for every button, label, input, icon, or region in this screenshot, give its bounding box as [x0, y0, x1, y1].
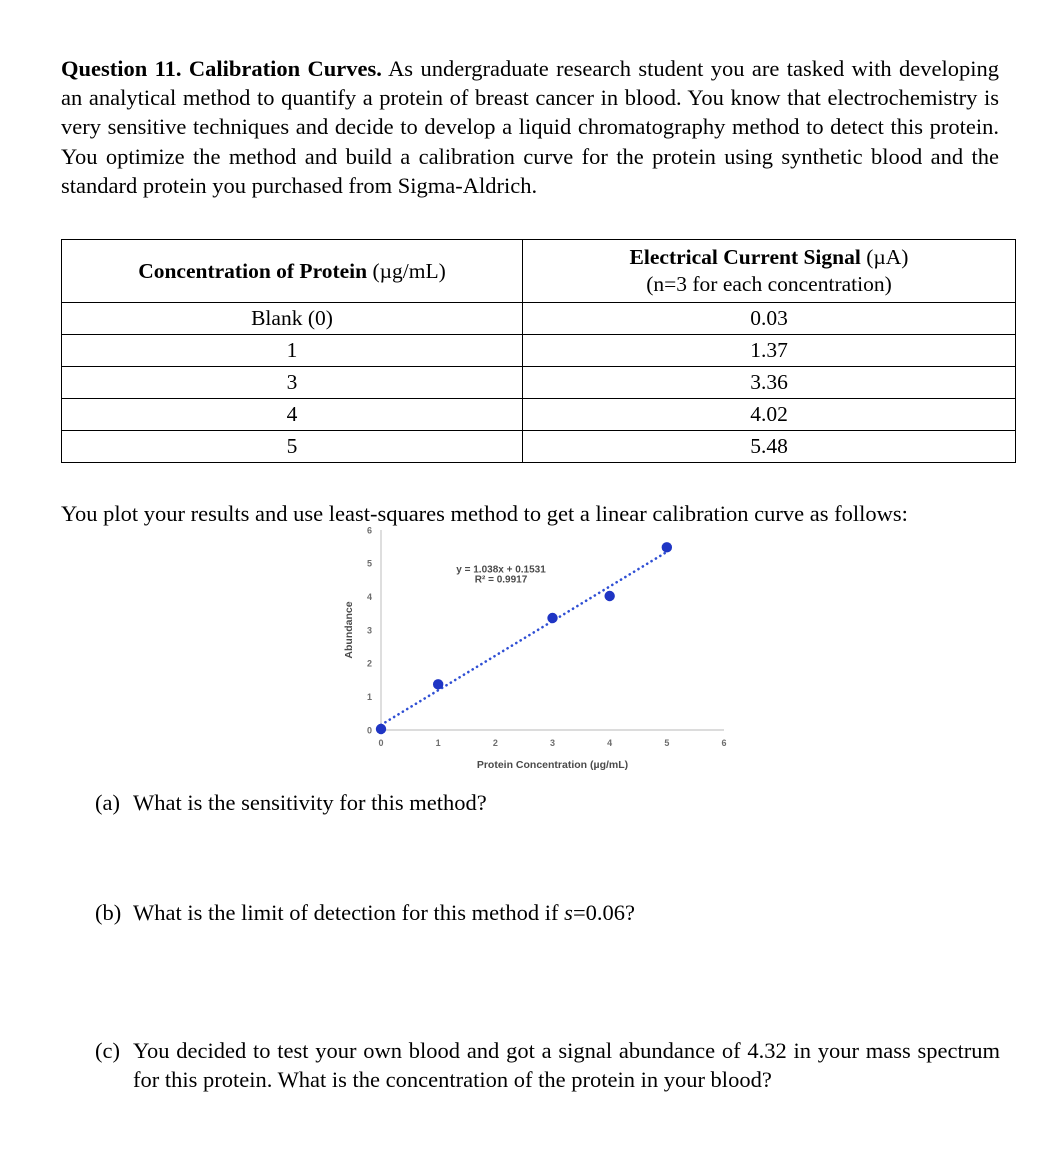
- x-axis-tick-label: 2: [493, 738, 498, 748]
- y-axis-tick-labels: 0 1 2 3 4 5 6: [367, 525, 372, 735]
- sub-question-b-text: What is the limit of detection for this …: [133, 898, 1000, 927]
- x-axis-tick-label: 3: [550, 738, 555, 748]
- header-concentration-label: Concentration of Protein: [138, 258, 368, 283]
- sub-question-b-text-before: What is the limit of detection for this …: [133, 900, 565, 925]
- table-row: 1 1.37: [61, 334, 1016, 367]
- header-cell-concentration: Concentration of Protein (µg/mL): [61, 239, 523, 303]
- cell-signal: 3.36: [522, 366, 1016, 399]
- x-axis-tick-labels: 0 1 2 3 4 5 6: [378, 738, 726, 748]
- cell-concentration: 1: [61, 334, 523, 367]
- header-concentration-unit: (µg/mL): [372, 258, 446, 283]
- table-body: Concentration of Protein (µg/mL) Electri…: [61, 239, 1016, 463]
- header-signal-label: Electrical Current Signal: [629, 245, 861, 269]
- sub-question-b-text-after: =0.06?: [572, 900, 635, 925]
- cell-concentration: 3: [61, 366, 523, 399]
- table-header-row: Concentration of Protein (µg/mL) Electri…: [61, 239, 1016, 303]
- cell-signal: 0.03: [522, 302, 1016, 335]
- cell-signal: 1.37: [522, 334, 1016, 367]
- x-axis-title: Protein Concentration (µg/mL): [477, 759, 628, 771]
- trendline-r2-label: R² = 0.9917: [475, 575, 528, 586]
- header-signal-subnote: (n=3 for each concentration): [646, 272, 892, 296]
- x-axis-tick-label: 5: [664, 738, 669, 748]
- y-axis-tick-label: 1: [367, 692, 372, 702]
- y-axis-tick-label: 2: [367, 659, 372, 669]
- x-axis-tick-label: 0: [378, 738, 383, 748]
- cell-concentration: 5: [61, 430, 523, 463]
- sub-question-a-label: (a): [95, 790, 120, 815]
- table-row: Blank (0) 0.03: [61, 302, 1016, 335]
- cell-concentration: Blank (0): [61, 302, 523, 335]
- table-row: 5 5.48: [61, 430, 1016, 463]
- calibration-data-table: Concentration of Protein (µg/mL) Electri…: [61, 239, 1016, 463]
- header-cell-signal: Electrical Current Signal (µA) (n=3 for e…: [522, 239, 1016, 303]
- table-row: 3 3.36: [61, 366, 1016, 399]
- sub-question-c-text-before: You decided to test your own blood and g…: [133, 1038, 1000, 1093]
- cell-concentration: 4: [61, 398, 523, 431]
- y-axis-tick-label: 5: [367, 559, 372, 569]
- sub-question-b: (b) What is the limit of detection for t…: [95, 898, 1000, 927]
- sub-question-a: (a) What is the sensitivity for this met…: [95, 788, 1000, 817]
- worksheet-page: Question 11. Calibration Curves. As unde…: [0, 0, 1058, 1166]
- sub-question-c-label: (c): [95, 1038, 120, 1063]
- sub-question-c-text: You decided to test your own blood and g…: [133, 1036, 1000, 1095]
- cell-signal: 5.48: [522, 430, 1016, 463]
- calibration-curve-chart: 0123456 0123456 y = 1.038x + 0.1531 R² =…: [336, 518, 732, 776]
- x-axis-tick-label: 4: [607, 738, 612, 748]
- header-signal-unit: (µA): [866, 245, 909, 269]
- chart-svg: 0123456 0123456 y = 1.038x + 0.1531 R² =…: [343, 525, 727, 771]
- sub-question-a-text-before: What is the sensitivity for this method?: [133, 790, 487, 815]
- data-point: [661, 542, 673, 553]
- chart-axes: [380, 530, 724, 731]
- data-point: [547, 612, 558, 624]
- y-axis-tick-label: 4: [367, 592, 372, 602]
- sub-question-b-italic: s: [564, 900, 573, 925]
- y-axis-tick-label: 3: [367, 625, 372, 635]
- sub-question-a-text: What is the sensitivity for this method?: [133, 788, 1000, 817]
- data-point: [604, 590, 615, 602]
- y-axis-tick-label: 0: [367, 725, 372, 735]
- sub-question-b-label: (b): [95, 900, 122, 925]
- question-heading: Question 11. Calibration Curves.: [61, 55, 382, 81]
- x-axis-tick-label: 1: [436, 738, 441, 748]
- data-point: [432, 679, 444, 690]
- cell-signal: 4.02: [522, 398, 1016, 431]
- question-intro-paragraph: Question 11. Calibration Curves. As unde…: [61, 54, 999, 201]
- y-axis-title: Abundance: [343, 601, 355, 658]
- sub-question-c: (c) You decided to test your own blood a…: [95, 1036, 1000, 1095]
- data-point: [375, 723, 387, 735]
- y-axis-tick-label: 6: [367, 525, 372, 535]
- x-axis-tick-label: 6: [721, 738, 726, 748]
- table-row: 4 4.02: [61, 398, 1016, 431]
